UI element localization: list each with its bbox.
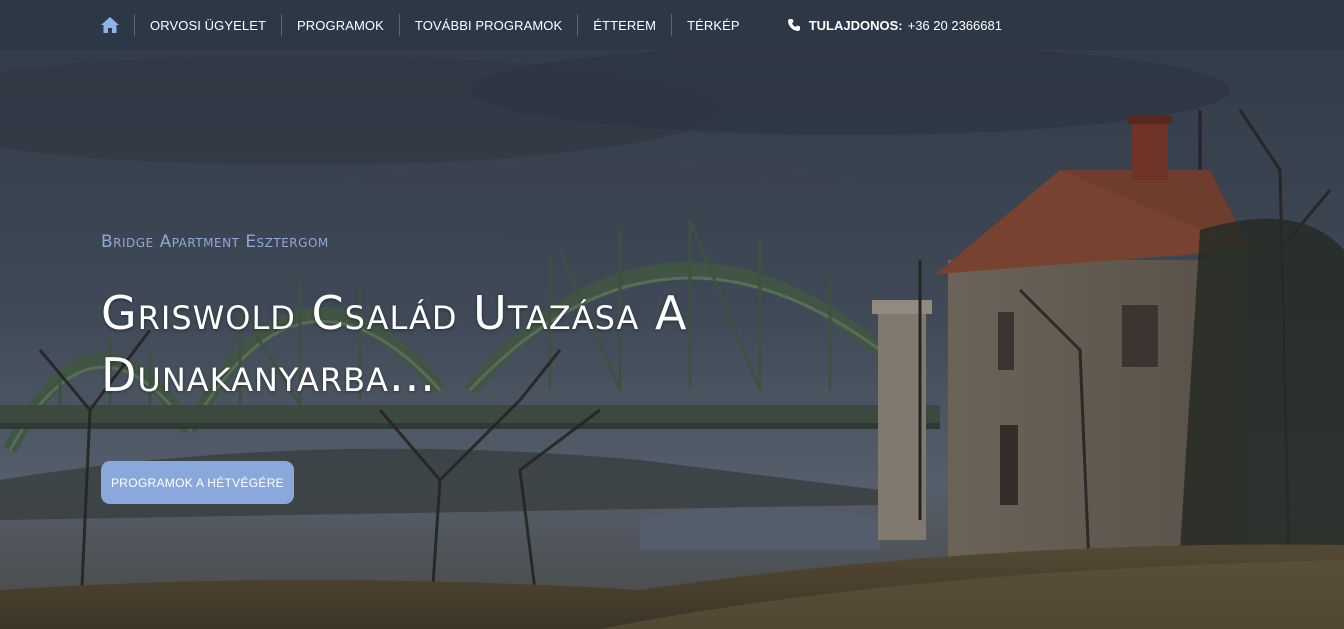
nav-item-terkep[interactable]: TÉRKÉP (672, 18, 755, 33)
phone-label: TULAJDONOS: (808, 17, 903, 33)
weekend-programs-button[interactable]: PROGRAMOK A HÉTVÉGÉRE (101, 461, 294, 504)
home-icon[interactable] (100, 15, 120, 35)
hero-title: Griswold Család Utazása A Dunakanyarba..… (101, 286, 688, 402)
nav-item-etterem[interactable]: ÉTTEREM (578, 18, 671, 33)
owner-phone[interactable]: TULAJDONOS: +36 20 2366681 (787, 18, 1002, 33)
top-navigation-bar: ORVOSI ÜGYELET PROGRAMOK TOVÁBBI PROGRAM… (0, 0, 1344, 50)
phone-icon (787, 18, 801, 32)
main-nav: ORVOSI ÜGYELET PROGRAMOK TOVÁBBI PROGRAM… (100, 0, 755, 50)
nav-item-orvosi-ugyelet[interactable]: ORVOSI ÜGYELET (135, 18, 281, 33)
nav-item-programok[interactable]: PROGRAMOK (282, 18, 399, 33)
hero-subtitle: Bridge Apartment Esztergom (101, 232, 329, 252)
nav-item-tovabbi-programok[interactable]: TOVÁBBI PROGRAMOK (400, 18, 577, 33)
phone-number[interactable]: +36 20 2366681 (908, 18, 1002, 33)
